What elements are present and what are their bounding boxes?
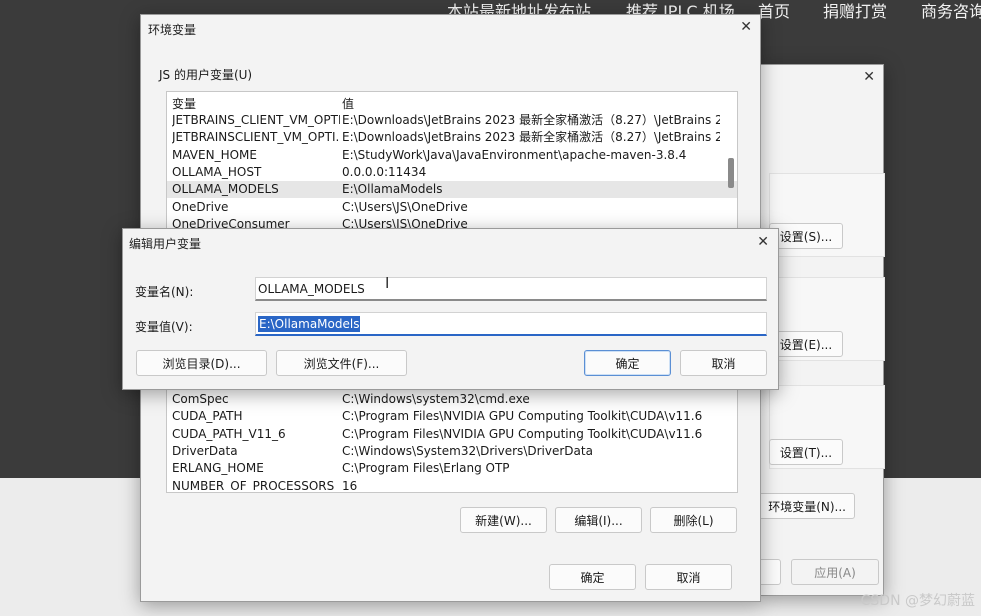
performance-settings-button[interactable]: 设置(S)...: [769, 223, 843, 249]
list-item[interactable]: MAVEN_HOME E:\StudyWork\Java\JavaEnviron…: [167, 147, 737, 164]
nav-link-home[interactable]: 首页: [758, 0, 790, 22]
browse-file-button[interactable]: 浏览文件(F)...: [276, 350, 407, 376]
startup-settings-button[interactable]: 设置(T)...: [769, 439, 843, 465]
close-icon[interactable]: ✕: [757, 234, 769, 250]
variable-value: E:\Downloads\JetBrains 2023 最新全家桶激活（8.27…: [342, 130, 720, 145]
variable-value-label: 变量值(V):: [135, 320, 193, 334]
column-header-variable[interactable]: 变量: [172, 95, 340, 112]
variable-name: OLLAMA_MODELS: [172, 182, 279, 197]
cancel-button[interactable]: 取消: [680, 350, 767, 376]
nav-link-donate[interactable]: 捐赠打赏: [823, 0, 887, 22]
user-list-scrollbar[interactable]: [727, 92, 735, 234]
variable-name: OLLAMA_HOST: [172, 164, 262, 179]
window-title: 环境变量: [148, 23, 197, 37]
profiles-settings-button[interactable]: 设置(E)...: [769, 331, 843, 357]
edit-user-variable-dialog: 编辑用户变量 ✕ 变量名(N): OLLAMA_MODELS I 变量值(V):…: [122, 228, 779, 390]
scrollbar-thumb[interactable]: [728, 158, 734, 188]
variable-name: JETBRAINSCLIENT_VM_OPTI...: [172, 130, 340, 145]
variable-value: E:\OllamaModels: [342, 182, 443, 197]
variable-name-text: OLLAMA_MODELS: [258, 282, 365, 296]
list-item[interactable]: OneDrive C:\Users\JS\OneDrive: [167, 199, 737, 216]
variable-name-input[interactable]: OLLAMA_MODELS: [255, 277, 767, 301]
list-header: 变量 值: [167, 92, 737, 112]
variable-name: MAVEN_HOME: [172, 147, 257, 162]
list-item[interactable]: OLLAMA_HOST 0.0.0.0:11434: [167, 164, 737, 181]
environment-variables-button[interactable]: 环境变量(N)...: [757, 493, 855, 519]
variable-name: OneDrive: [172, 199, 229, 214]
list-item[interactable]: JETBRAINS_CLIENT_VM_OPTI... E:\Downloads…: [167, 112, 737, 129]
variable-value: E:\Downloads\JetBrains 2023 最新全家桶激活（8.27…: [342, 113, 720, 127]
cancel-button[interactable]: 取消: [645, 564, 732, 590]
ok-button[interactable]: 确定: [584, 350, 671, 376]
variable-value: C:\Users\JS\OneDrive: [342, 199, 468, 214]
variable-name: JETBRAINS_CLIENT_VM_OPTI...: [172, 113, 340, 127]
list-item[interactable]: JETBRAINSCLIENT_VM_OPTI... E:\Downloads\…: [167, 129, 737, 146]
watermark: CSDN @梦幻蔚蓝: [860, 593, 975, 609]
close-icon[interactable]: ✕: [740, 19, 752, 35]
variable-value-text: E:\OllamaModels: [258, 316, 361, 332]
system-variables-group: [153, 391, 752, 547]
apply-button[interactable]: 应用(A): [791, 559, 879, 585]
variable-value-input[interactable]: E:\OllamaModels: [255, 312, 767, 336]
variable-name-label: 变量名(N):: [135, 285, 194, 299]
ok-button[interactable]: 确定: [549, 564, 636, 590]
variable-value: 0.0.0.0:11434: [342, 164, 427, 179]
browse-directory-button[interactable]: 浏览目录(D)...: [136, 350, 267, 376]
list-item-selected[interactable]: OLLAMA_MODELS E:\OllamaModels: [167, 181, 737, 199]
dialog-title: 编辑用户变量: [129, 237, 202, 251]
nav-link-business[interactable]: 商务咨询: [921, 0, 981, 22]
text-cursor-icon: I: [385, 274, 390, 292]
variable-value: E:\StudyWork\Java\JavaEnvironment\apache…: [342, 147, 687, 162]
column-header-value[interactable]: 值: [342, 95, 720, 112]
close-icon[interactable]: ✕: [863, 69, 875, 85]
user-variables-list[interactable]: 变量 值 JETBRAINS_CLIENT_VM_OPTI... E:\Down…: [166, 91, 738, 235]
